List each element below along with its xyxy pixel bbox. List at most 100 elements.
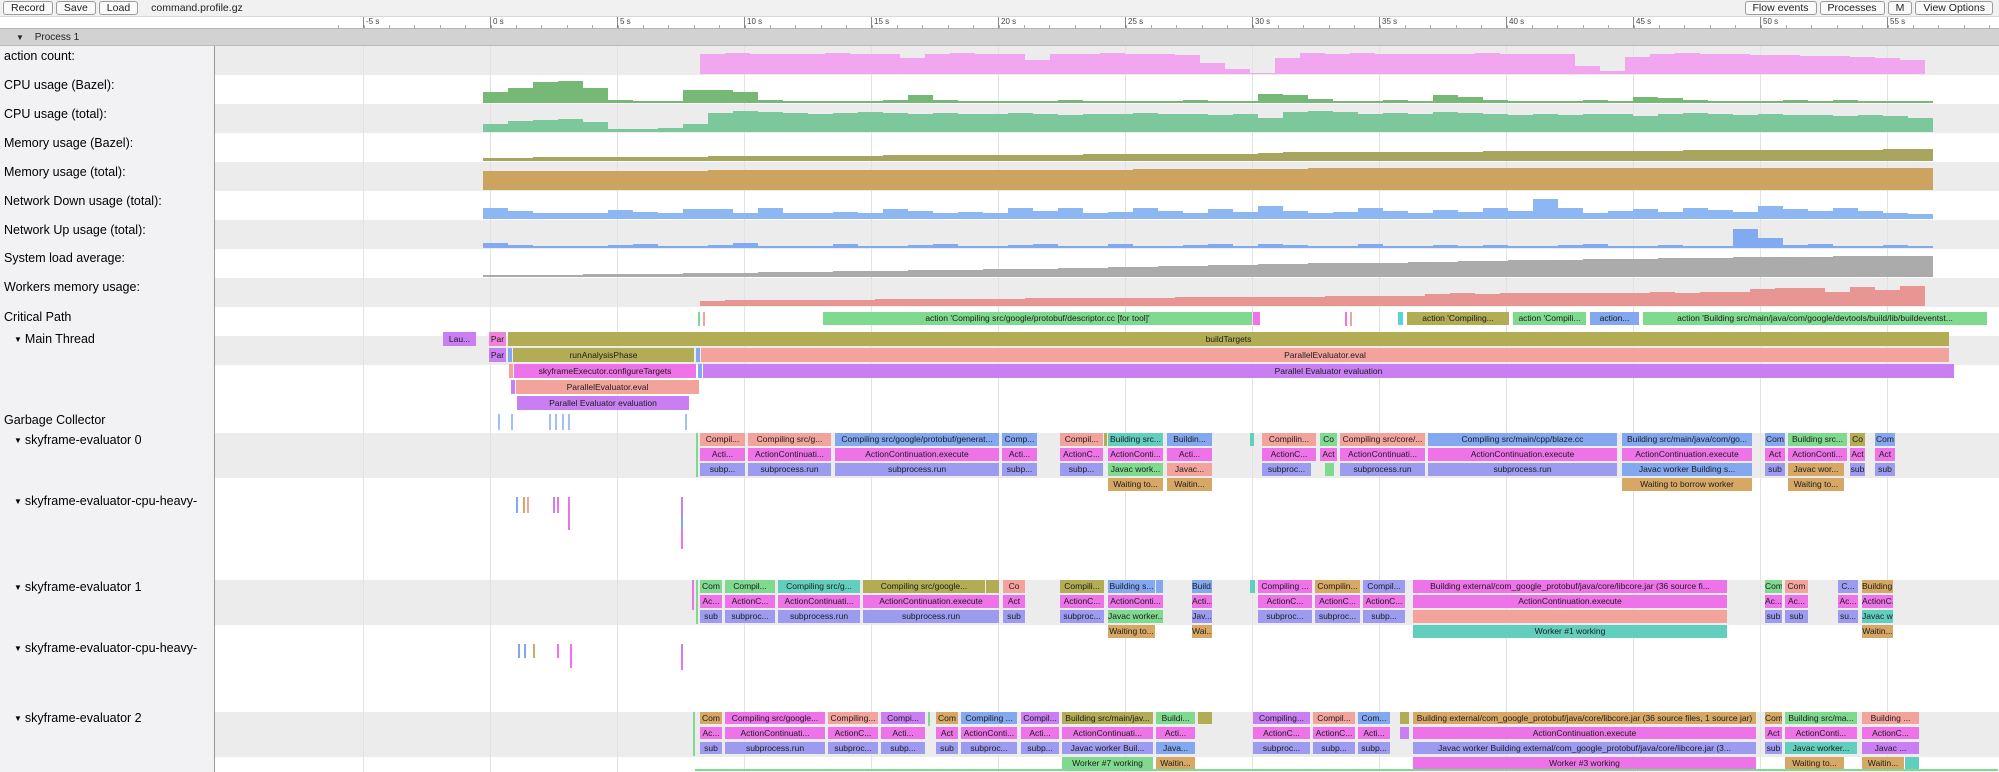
skyframe-evaluator-0-event-bar[interactable]: subprocess.run (1428, 463, 1617, 476)
network-down-usage-chart-bar[interactable] (1858, 211, 1883, 219)
system-load-average-chart-bar[interactable] (983, 269, 1008, 277)
workers-memory-usage-chart-bar[interactable] (1300, 297, 1325, 306)
memory-usage-bazel-chart-bar[interactable] (1308, 152, 1333, 161)
action-count-chart-bar[interactable] (1875, 58, 1900, 74)
cpu-usage-bazel-chart-bar[interactable] (1758, 101, 1783, 103)
memory-usage-total-chart-bar[interactable] (808, 170, 833, 190)
network-down-usage-chart-bar[interactable] (1758, 206, 1783, 219)
action-count-chart-bar[interactable] (1200, 63, 1225, 74)
workers-memory-usage-chart-bar[interactable] (1200, 297, 1225, 306)
cpu-usage-bazel-chart-bar[interactable] (683, 90, 708, 103)
skyframe-evaluator-0-event-bar[interactable]: subp... (1060, 463, 1103, 476)
skyframe-evaluator-2-event-bar[interactable]: ActionC... (1253, 727, 1310, 739)
skyframe-evaluator-1-event-bar[interactable]: Build... (1192, 580, 1212, 593)
network-down-usage-chart-bar[interactable] (1133, 208, 1158, 219)
memory-usage-bazel-chart-bar[interactable] (1133, 154, 1158, 161)
collapse-triangle-icon[interactable]: ▼ (14, 714, 22, 723)
action-count-chart-bar[interactable] (1075, 54, 1100, 74)
network-down-usage-chart-bar[interactable] (608, 210, 633, 219)
network-up-usage-chart-bar[interactable] (758, 246, 783, 248)
cpu-usage-total-chart-bar[interactable] (1508, 115, 1533, 132)
skyframe-evaluator-cpu-heavy-1-event-tick[interactable] (681, 658, 683, 670)
skyframe-evaluator-0-event-tick[interactable] (696, 433, 698, 477)
action-count-chart-bar[interactable] (1475, 53, 1500, 74)
skyframe-evaluator-1-event-bar[interactable]: Compil... (1363, 580, 1405, 593)
system-load-average-chart-bar[interactable] (1183, 266, 1208, 277)
main-thread-event-bar[interactable]: ParallelEvaluator.eval (516, 380, 699, 394)
skyframe-evaluator-2-event-bar[interactable]: Com... (1358, 712, 1390, 724)
skyframe-evaluator-1-event-bar[interactable]: Compili... (1060, 580, 1104, 593)
critical-path-event-tick[interactable] (1350, 312, 1352, 326)
view-options-button[interactable]: View Options (1915, 1, 1993, 15)
skyframe-evaluator-0-event-bar[interactable]: Compiling src/g... (748, 433, 831, 446)
network-down-usage-chart-bar[interactable] (858, 213, 883, 219)
network-down-usage-chart-bar[interactable] (658, 213, 683, 219)
memory-usage-bazel-chart-bar[interactable] (1458, 152, 1483, 161)
skyframe-evaluator-2-event-bar[interactable] (1905, 757, 1919, 769)
memory-usage-total-chart-bar[interactable] (1008, 170, 1033, 190)
network-down-usage-chart-bar[interactable] (1358, 208, 1383, 219)
workers-memory-usage-chart-bar[interactable] (1025, 298, 1050, 306)
memory-usage-bazel-chart-bar[interactable] (1633, 151, 1658, 161)
skyframe-evaluator-1-event-bar[interactable]: ActionContinuati... (778, 595, 860, 608)
network-up-usage-chart-bar[interactable] (1183, 245, 1208, 248)
workers-memory-usage-chart-bar[interactable] (1750, 289, 1775, 306)
skyframe-evaluator-0-event-bar[interactable]: Waiting to borrow worker (1622, 478, 1752, 491)
workers-memory-usage-chart-bar[interactable] (1525, 293, 1550, 306)
network-up-usage-chart-bar[interactable] (583, 246, 608, 248)
system-load-average-chart-bar[interactable] (883, 271, 908, 277)
cpu-usage-bazel-chart-bar[interactable] (1033, 101, 1058, 103)
memory-usage-total-chart-bar[interactable] (1533, 168, 1558, 190)
workers-memory-usage-chart-bar[interactable] (1100, 298, 1125, 306)
network-down-usage-chart-bar[interactable] (1308, 213, 1333, 219)
system-load-average-chart-bar[interactable] (733, 273, 758, 277)
skyframe-evaluator-1-event-tick[interactable] (692, 580, 694, 610)
main-thread-event-bar[interactable] (698, 364, 702, 378)
memory-usage-total-chart-bar[interactable] (1108, 170, 1133, 190)
cpu-usage-total-chart-bar[interactable] (808, 114, 833, 132)
system-load-average-chart-bar[interactable] (533, 275, 558, 277)
skyframe-evaluator-2-event-bar[interactable]: Waitin... (1156, 757, 1195, 769)
system-load-average-chart-bar[interactable] (1458, 261, 1483, 277)
cpu-usage-bazel-chart-bar[interactable] (1183, 100, 1208, 103)
skyframe-evaluator-1-event-bar[interactable]: Com (1785, 580, 1808, 593)
skyframe-evaluator-2-event-bar[interactable]: Javac worker... (1785, 742, 1857, 754)
main-thread-event-bar[interactable]: Par (489, 332, 506, 346)
skyframe-evaluator-1-event-bar[interactable]: Compil... (725, 580, 775, 593)
system-load-average-chart-bar[interactable] (1008, 269, 1033, 277)
skyframe-evaluator-2-event-bar[interactable]: Acti... (1021, 727, 1059, 739)
memory-usage-total-chart-bar[interactable] (608, 171, 633, 190)
system-load-average-chart-bar[interactable] (1583, 259, 1608, 277)
network-down-usage-chart-bar[interactable] (1008, 208, 1033, 219)
action-count-chart-bar[interactable] (1500, 54, 1525, 74)
flow-events-button[interactable]: Flow events (1745, 1, 1817, 15)
memory-usage-bazel-chart-bar[interactable] (1208, 154, 1233, 161)
skyframe-evaluator-1-event-bar[interactable]: sub (1785, 610, 1808, 623)
system-load-average-chart-bar[interactable] (1608, 259, 1633, 277)
memory-usage-bazel-chart-bar[interactable] (883, 155, 908, 161)
cpu-usage-total-chart-bar[interactable] (1808, 115, 1833, 132)
skyframe-evaluator-2-event-bar[interactable]: Waiting to... (1785, 757, 1844, 769)
skyframe-evaluator-2-event-bar[interactable]: sub (1765, 742, 1782, 754)
system-load-average-chart-bar[interactable] (1758, 257, 1783, 277)
system-load-average-chart-bar[interactable] (708, 273, 733, 277)
system-load-average-chart-bar[interactable] (858, 271, 883, 277)
skyframe-evaluator-2-event-bar[interactable]: Compiling... (1253, 712, 1310, 724)
cpu-usage-bazel-chart-bar[interactable] (1383, 100, 1408, 103)
network-down-usage-chart-bar[interactable] (683, 209, 708, 219)
cpu-usage-bazel-chart-bar[interactable] (633, 101, 658, 103)
system-load-average-chart-bar[interactable] (908, 270, 933, 277)
skyframe-evaluator-2-event-bar[interactable] (1400, 712, 1409, 724)
workers-memory-usage-chart-bar[interactable] (1575, 293, 1600, 306)
workers-memory-usage-chart-bar[interactable] (1800, 288, 1825, 306)
cpu-usage-total-chart-bar[interactable] (1008, 113, 1033, 132)
memory-usage-bazel-chart-bar[interactable] (508, 158, 533, 161)
skyframe-evaluator-cpu-heavy-0-event-tick[interactable] (681, 529, 683, 549)
action-count-chart-bar[interactable] (725, 53, 750, 74)
workers-memory-usage-chart-bar[interactable] (1000, 299, 1025, 306)
cpu-usage-total-chart-bar[interactable] (1333, 112, 1358, 132)
system-load-average-chart-bar[interactable] (833, 271, 858, 277)
memory-usage-bazel-chart-bar[interactable] (808, 156, 833, 161)
memory-usage-total-chart-bar[interactable] (1208, 169, 1233, 190)
skyframe-evaluator-0-event-bar[interactable]: Compiling src/google/protobuf/generat... (835, 433, 999, 446)
